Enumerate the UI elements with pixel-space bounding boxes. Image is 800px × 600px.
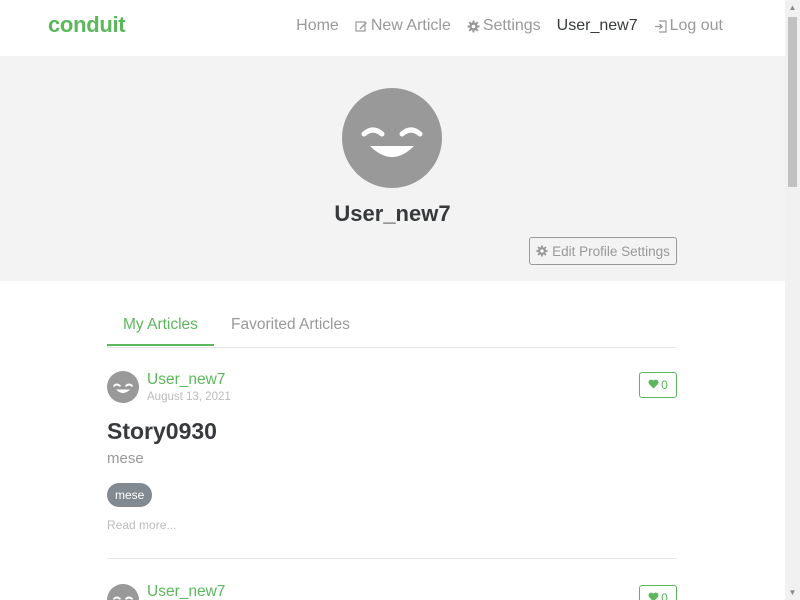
vertical-scrollbar[interactable]: ▲ ▼ [785, 0, 800, 600]
author-link[interactable]: User_new7 [147, 371, 225, 389]
article-date: August 13, 2021 [147, 391, 231, 403]
smiley-face-icon [113, 383, 133, 394]
tab-my-articles[interactable]: My Articles [107, 305, 214, 346]
tag-pill[interactable]: mese [107, 483, 153, 507]
article-preview: User_new7 0 [107, 584, 677, 600]
nav-item-home[interactable]: Home [296, 17, 339, 35]
author-avatar[interactable] [107, 371, 139, 403]
article-divider [107, 558, 677, 559]
edit-profile-settings-button[interactable]: Edit Profile Settings [529, 237, 677, 265]
article-title[interactable]: Story0930 [107, 418, 217, 445]
nav-item-label: User_new7 [556, 17, 638, 34]
nav-item-label: Settings [482, 17, 541, 34]
nav-item-logout[interactable]: Log out [654, 17, 723, 35]
article-description: mese [107, 450, 144, 467]
heart-icon [648, 378, 659, 392]
scroll-up-arrow-icon[interactable]: ▲ [785, 0, 800, 15]
nav-item-label: Home [296, 17, 339, 34]
profile-avatar [342, 88, 442, 188]
nav-item-label: New Article [370, 17, 451, 34]
smiley-face-icon [361, 127, 423, 157]
gear-icon [467, 20, 480, 33]
favorite-count: 0 [661, 591, 668, 600]
gear-icon [536, 244, 549, 258]
profile-banner: User_new7 Edit Profile Settings [0, 56, 785, 281]
nav-item-profile[interactable]: User_new7 [557, 17, 638, 35]
nav-item-new-article[interactable]: New Article [355, 17, 451, 35]
favorite-button[interactable]: 0 [639, 372, 677, 398]
favorite-button[interactable]: 0 [639, 585, 677, 600]
article-preview: User_new7 August 13, 2021 0 Story0930 me… [107, 371, 677, 561]
read-more-link[interactable]: Read more... [107, 518, 176, 532]
edit-profile-label: Edit Profile Settings [552, 243, 670, 259]
tab-favorited-articles[interactable]: Favorited Articles [215, 305, 366, 346]
logout-icon [654, 19, 667, 33]
scroll-down-arrow-icon[interactable]: ▼ [785, 585, 800, 600]
article-tabs: My Articles Favorited Articles [107, 305, 677, 348]
edit-icon [355, 20, 368, 33]
author-link[interactable]: User_new7 [147, 584, 225, 600]
author-avatar[interactable] [107, 584, 139, 600]
nav-item-settings[interactable]: Settings [467, 17, 541, 35]
nav-item-label: Log out [669, 17, 723, 34]
nav-menu: Home New Article Settings User_new7 Log … [296, 17, 723, 35]
profile-username: User_new7 [334, 201, 451, 226]
heart-icon [648, 591, 659, 600]
scrollbar-thumb[interactable] [788, 17, 797, 187]
smiley-face-icon [113, 596, 133, 600]
navbar: conduit Home New Article Settings User_n… [0, 0, 785, 56]
brand-logo[interactable]: conduit [48, 12, 126, 38]
favorite-count: 0 [661, 378, 668, 392]
